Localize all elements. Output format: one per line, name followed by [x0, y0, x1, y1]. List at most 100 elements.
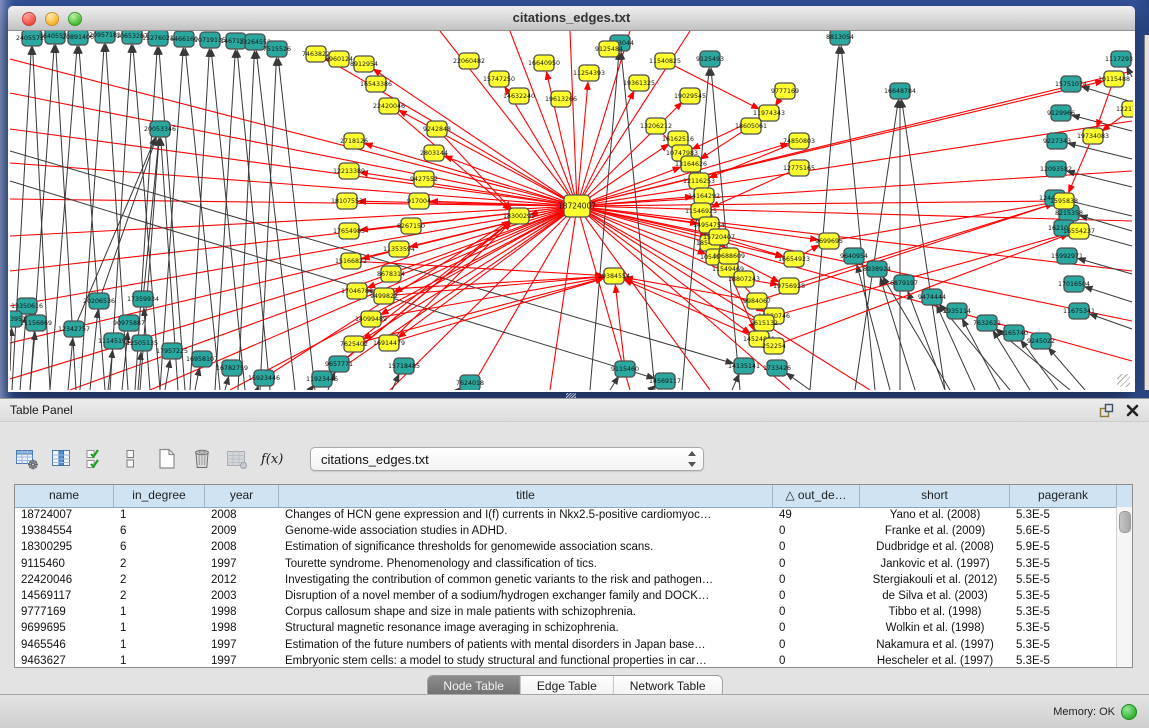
- cell-year[interactable]: 2008: [205, 541, 279, 553]
- table-row[interactable]: 969969511998Structural magnetic resonanc…: [15, 620, 1117, 636]
- scrollbar-thumb[interactable]: [1119, 511, 1131, 533]
- column-header-out_degree[interactable]: △ out_de…: [773, 485, 860, 507]
- cell-short[interactable]: Hescheler et al. (1997): [860, 655, 1010, 667]
- cell-out_degree[interactable]: 0: [773, 541, 860, 553]
- cell-in_degree[interactable]: 2: [114, 558, 205, 570]
- cell-short[interactable]: Dudbridge et al. (2008): [860, 541, 1010, 553]
- table-row[interactable]: 977716911998Corpus callosum shape and si…: [15, 604, 1117, 620]
- table-mode-icon[interactable]: [14, 446, 40, 472]
- cell-title[interactable]: Changes of HCN gene expression and I(f) …: [279, 509, 773, 521]
- cell-in_degree[interactable]: 6: [114, 525, 205, 537]
- table-selector-combobox[interactable]: citations_edges.txt: [310, 447, 704, 471]
- cell-short[interactable]: Franke et al. (2009): [860, 525, 1010, 537]
- column-header-year[interactable]: year: [205, 485, 279, 507]
- cell-out_degree[interactable]: 0: [773, 525, 860, 537]
- memory-status-indicator[interactable]: [1121, 704, 1137, 720]
- column-header-name[interactable]: name: [15, 485, 114, 507]
- cell-short[interactable]: Wolkin et al. (1998): [860, 622, 1010, 634]
- window-resize-grip[interactable]: [1117, 374, 1130, 387]
- cell-pagerank[interactable]: 5.3E-5: [1010, 639, 1117, 651]
- cell-name[interactable]: 9699695: [15, 622, 114, 634]
- cell-in_degree[interactable]: 1: [114, 606, 205, 618]
- cell-out_degree[interactable]: 0: [773, 574, 860, 586]
- new-table-icon[interactable]: [154, 446, 180, 472]
- cell-title[interactable]: Embryonic stem cells: a model to study s…: [279, 655, 773, 667]
- cell-short[interactable]: Stergiakouli et al. (2012): [860, 574, 1010, 586]
- cell-name[interactable]: 9777169: [15, 606, 114, 618]
- cell-year[interactable]: 1997: [205, 655, 279, 667]
- cell-year[interactable]: 1997: [205, 639, 279, 651]
- cell-title[interactable]: Genome-wide association studies in ADHD.: [279, 525, 773, 537]
- cell-out_degree[interactable]: 0: [773, 655, 860, 667]
- cell-in_degree[interactable]: 1: [114, 622, 205, 634]
- cell-pagerank[interactable]: 5.3E-5: [1010, 509, 1117, 521]
- cell-year[interactable]: 1998: [205, 606, 279, 618]
- cell-short[interactable]: Jankovic et al. (1997): [860, 558, 1010, 570]
- cell-in_degree[interactable]: 6: [114, 541, 205, 553]
- cell-name[interactable]: 22420046: [15, 574, 114, 586]
- cell-in_degree[interactable]: 2: [114, 590, 205, 602]
- cell-year[interactable]: 2008: [205, 509, 279, 521]
- table-vertical-scrollbar[interactable]: [1116, 507, 1132, 667]
- cell-name[interactable]: 19384554: [15, 525, 114, 537]
- cell-pagerank[interactable]: 5.3E-5: [1010, 558, 1117, 570]
- window-titlebar[interactable]: citations_edges.txt: [8, 6, 1135, 31]
- cell-title[interactable]: Corpus callosum shape and size in male p…: [279, 606, 773, 618]
- cell-out_degree[interactable]: 0: [773, 606, 860, 618]
- cell-name[interactable]: 18300295: [15, 541, 114, 553]
- cell-short[interactable]: de Silva et al. (2003): [860, 590, 1010, 602]
- cell-pagerank[interactable]: 5.5E-5: [1010, 574, 1117, 586]
- import-table-icon[interactable]: [224, 446, 250, 472]
- function-builder-icon[interactable]: f(x): [259, 446, 285, 472]
- column-header-in_degree[interactable]: in_degree: [114, 485, 205, 507]
- cell-pagerank[interactable]: 5.3E-5: [1010, 655, 1117, 667]
- cell-title[interactable]: Disruption of a novel member of a sodium…: [279, 590, 773, 602]
- cell-name[interactable]: 14569117: [15, 590, 114, 602]
- float-panel-icon[interactable]: [1099, 403, 1114, 418]
- cell-short[interactable]: Nakamura et al. (1997): [860, 639, 1010, 651]
- close-panel-icon[interactable]: [1126, 404, 1139, 417]
- cell-out_degree[interactable]: 0: [773, 639, 860, 651]
- table-row[interactable]: 946362711997Embryonic stem cells: a mode…: [15, 653, 1117, 667]
- cell-pagerank[interactable]: 5.6E-5: [1010, 525, 1117, 537]
- cell-name[interactable]: 18724007: [15, 509, 114, 521]
- cell-pagerank[interactable]: 5.3E-5: [1010, 606, 1117, 618]
- table-row[interactable]: 1872400712008Changes of HCN gene express…: [15, 507, 1117, 523]
- show-column-icon[interactable]: [49, 446, 75, 472]
- column-header-pagerank[interactable]: pagerank: [1010, 485, 1117, 507]
- cell-title[interactable]: Estimation of the future numbers of pati…: [279, 639, 773, 651]
- select-all-rows-icon[interactable]: [84, 446, 110, 472]
- table-row[interactable]: 1456911722003Disruption of a novel membe…: [15, 588, 1117, 604]
- table-row[interactable]: 911546021997Tourette syndrome. Phenomeno…: [15, 556, 1117, 572]
- cell-out_degree[interactable]: 0: [773, 558, 860, 570]
- cell-out_degree[interactable]: 0: [773, 622, 860, 634]
- cell-title[interactable]: Structural magnetic resonance image aver…: [279, 622, 773, 634]
- cell-name[interactable]: 9115460: [15, 558, 114, 570]
- cell-out_degree[interactable]: 49: [773, 509, 860, 521]
- column-header-title[interactable]: title: [279, 485, 773, 507]
- cell-year[interactable]: 1998: [205, 622, 279, 634]
- cell-pagerank[interactable]: 5.3E-5: [1010, 622, 1117, 634]
- table-row[interactable]: 1830029562008Estimation of significance …: [15, 539, 1117, 555]
- cell-name[interactable]: 9463627: [15, 655, 114, 667]
- cell-name[interactable]: 9465546: [15, 639, 114, 651]
- cell-title[interactable]: Investigating the contribution of common…: [279, 574, 773, 586]
- cell-in_degree[interactable]: 1: [114, 509, 205, 521]
- cell-out_degree[interactable]: 0: [773, 590, 860, 602]
- cell-in_degree[interactable]: 2: [114, 574, 205, 586]
- cell-pagerank[interactable]: 5.3E-5: [1010, 590, 1117, 602]
- row-selection-icon[interactable]: [119, 446, 145, 472]
- table-row[interactable]: 2242004622012Investigating the contribut…: [15, 572, 1117, 588]
- cell-year[interactable]: 2009: [205, 525, 279, 537]
- cell-pagerank[interactable]: 5.9E-5: [1010, 541, 1117, 553]
- cell-year[interactable]: 1997: [205, 558, 279, 570]
- network-canvas[interactable]: 2405572416405572208914062095718110653287…: [10, 31, 1133, 390]
- table-row[interactable]: 1938455462009Genome-wide association stu…: [15, 523, 1117, 539]
- cell-year[interactable]: 2012: [205, 574, 279, 586]
- cell-in_degree[interactable]: 1: [114, 655, 205, 667]
- cell-in_degree[interactable]: 1: [114, 639, 205, 651]
- cell-title[interactable]: Tourette syndrome. Phenomenology and cla…: [279, 558, 773, 570]
- table-row[interactable]: 946554611997Estimation of the future num…: [15, 637, 1117, 653]
- cell-short[interactable]: Yano et al. (2008): [860, 509, 1010, 521]
- cell-short[interactable]: Tibbo et al. (1998): [860, 606, 1010, 618]
